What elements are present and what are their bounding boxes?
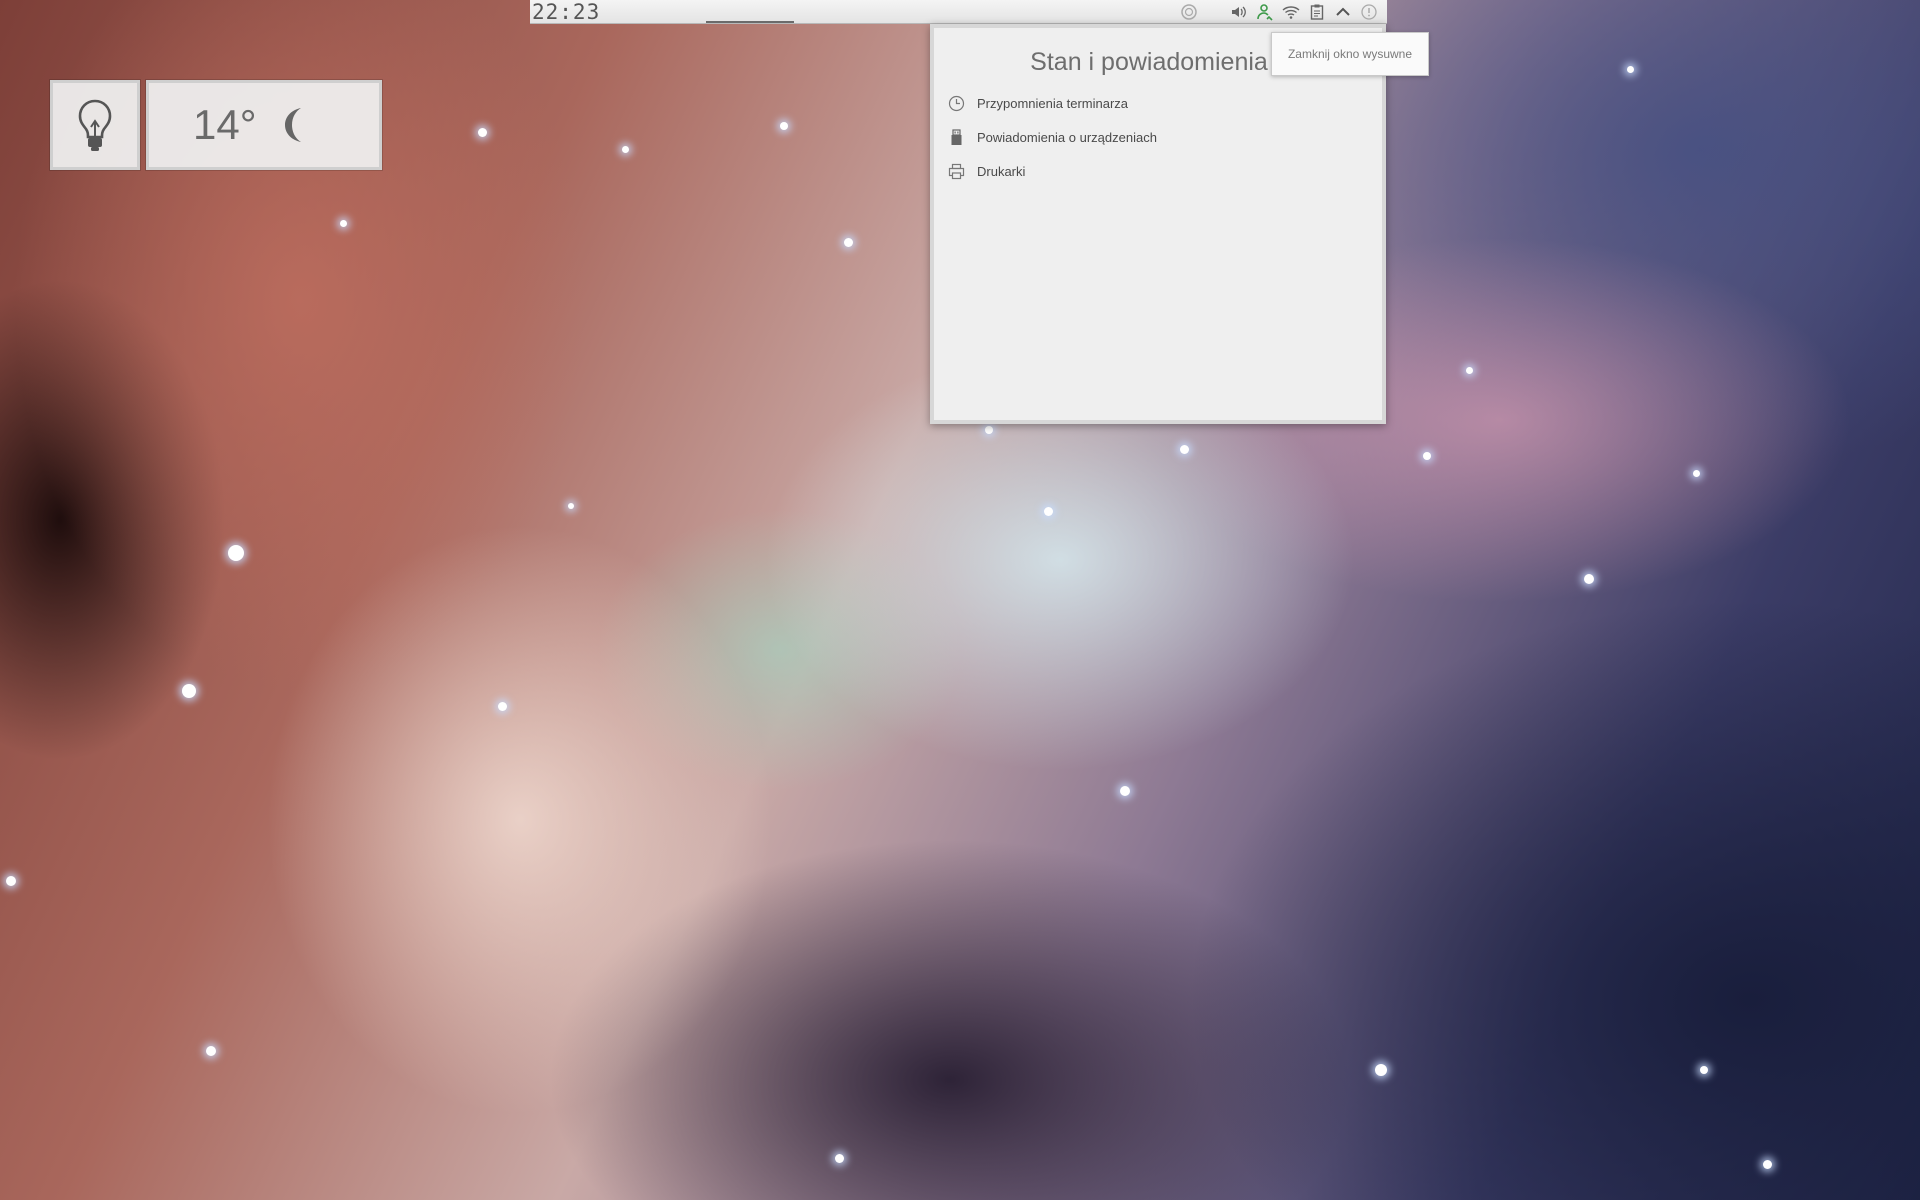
system-tray [1179,2,1379,22]
user-network-icon[interactable] [1255,2,1275,22]
circle-status-icon[interactable] [1179,2,1199,22]
printer-icon [948,163,965,179]
moon-icon [284,108,301,142]
clipboard-icon[interactable] [1307,2,1327,22]
item-label: Przypomnienia terminarza [977,95,1129,111]
list-item-device-notifications[interactable]: Powiadomienia o urządzeniach [948,126,1157,148]
item-label: Drukarki [977,163,1026,179]
weather-widget[interactable]: 14° [146,80,382,170]
clock[interactable]: 22:23 [532,0,600,24]
clock-icon [948,95,965,111]
item-label: Powiadomienia o urządzeniach [977,129,1157,145]
close-popup-tooltip: Zamknij okno wysuwne [1271,32,1429,76]
lightbulb-icon [78,99,112,151]
lightbulb-widget[interactable] [50,80,140,170]
usb-device-icon [951,128,962,145]
volume-icon[interactable] [1229,2,1249,22]
info-icon[interactable] [1359,2,1379,22]
tray-active-indicator [706,21,794,23]
status-notifications-popup: Stan i powiadomienia Przypomnienia termi… [930,24,1386,424]
list-item-printers[interactable]: Drukarki [948,160,1025,182]
chevron-up-icon[interactable] [1333,2,1353,22]
list-item-calendar-reminders[interactable]: Przypomnienia terminarza [948,92,1128,114]
top-panel: 22:23 [530,0,1387,24]
temperature: 14° [193,101,257,148]
wifi-icon[interactable] [1281,2,1301,22]
